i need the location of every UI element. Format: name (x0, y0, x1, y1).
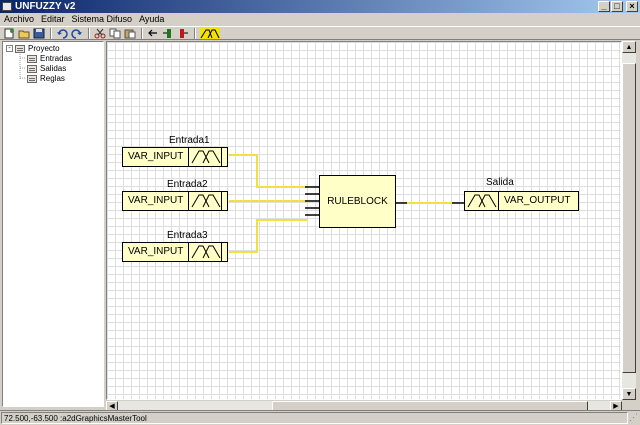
table-icon (27, 64, 37, 73)
wire-entrada1 (229, 154, 307, 188)
scroll-up-icon[interactable]: ▲ (622, 41, 636, 53)
table-icon (27, 54, 37, 63)
wire-entrada3 (229, 219, 307, 253)
tree-root-proyecto[interactable]: - Proyecto (6, 44, 60, 53)
close-button[interactable]: × (626, 1, 638, 12)
folder-icon (15, 44, 25, 53)
output-name: Salida (486, 177, 514, 188)
cut-icon[interactable] (93, 27, 107, 39)
open-icon[interactable] (17, 27, 31, 39)
tree-item-entradas[interactable]: Entradas (27, 54, 72, 63)
membership-icon[interactable] (199, 27, 221, 39)
minimize-button[interactable]: _ (598, 1, 610, 12)
toolbar-separator (194, 27, 196, 39)
collapse-icon[interactable]: - (6, 45, 13, 52)
output-block[interactable]: VAR_OUTPUT (464, 191, 579, 211)
title-bar: UNFUZZY v2 _ □ × (0, 0, 640, 13)
input-name-2: Entrada2 (167, 179, 208, 190)
input-name-1: Entrada1 (169, 135, 210, 146)
tree-item-label: Entradas (40, 54, 73, 63)
input-type-label: VAR_INPUT (128, 195, 184, 206)
maximize-button[interactable]: □ (611, 1, 623, 12)
tree-item-reglas[interactable]: Reglas (27, 74, 65, 83)
toolbar (0, 26, 640, 40)
input-type-label: VAR_INPUT (128, 151, 184, 162)
membership-function-icon (188, 243, 223, 261)
vertical-scrollbar[interactable]: ▲ ▼ (622, 41, 636, 400)
save-icon[interactable] (32, 27, 46, 39)
menu-archivo[interactable]: Archivo (0, 13, 37, 26)
menu-ayuda[interactable]: Ayuda (135, 13, 167, 26)
scroll-down-icon[interactable]: ▼ (622, 388, 636, 400)
rule-block[interactable]: RULEBLOCK (319, 175, 396, 228)
menu-sistema-difuso[interactable]: Sistema Difuso (68, 13, 136, 26)
menu-editar[interactable]: Editar (37, 13, 68, 26)
vertical-scroll-thumb[interactable] (622, 63, 636, 373)
copy-icon[interactable] (108, 27, 122, 39)
paste-icon[interactable] (123, 27, 137, 39)
tree-item-salidas[interactable]: Salidas (27, 64, 66, 73)
input-block-3[interactable]: VAR_INPUT (122, 242, 228, 262)
tree-item-label: Reglas (40, 74, 65, 83)
tree-root-label: Proyecto (28, 44, 60, 53)
input-block-2[interactable]: VAR_INPUT (122, 191, 228, 211)
app-icon (2, 2, 12, 11)
toolbar-separator (88, 27, 90, 39)
status-bar: 72.500,-63.500 :a2dGraphicsMasterTool ⋰ (0, 410, 640, 424)
input-type-label: VAR_INPUT (128, 246, 184, 257)
window-title: UNFUZZY v2 (15, 1, 76, 12)
resize-grip-icon[interactable]: ⋰ (629, 412, 638, 423)
redo-icon[interactable] (70, 27, 84, 39)
membership-function-icon (188, 192, 223, 210)
menu-bar: Archivo Editar Sistema Difuso Ayuda (0, 13, 640, 26)
project-tree: - Proyecto Entradas Salidas Reglas (2, 41, 104, 407)
horizontal-scrollbar[interactable]: ◀ ▶ (106, 400, 622, 411)
membership-function-icon (188, 148, 223, 166)
diagram-canvas[interactable]: Entrada1 VAR_INPUT Entrada2 VAR_INPUT En… (106, 41, 622, 400)
status-text: 72.500,-63.500 :a2dGraphicsMasterTool (1, 411, 628, 424)
toolbar-separator (141, 27, 143, 39)
input-name-3: Entrada3 (167, 230, 208, 241)
input-block-1[interactable]: VAR_INPUT (122, 147, 228, 167)
table-icon (27, 74, 37, 83)
new-icon[interactable] (2, 27, 16, 39)
back-arrow-icon[interactable] (146, 27, 160, 39)
add-output-icon[interactable] (176, 27, 190, 39)
output-type-label: VAR_OUTPUT (504, 195, 571, 206)
membership-function-icon (465, 192, 499, 210)
tree-item-label: Salidas (40, 64, 67, 73)
add-input-icon[interactable] (161, 27, 175, 39)
undo-icon[interactable] (55, 27, 69, 39)
toolbar-separator (50, 27, 52, 39)
